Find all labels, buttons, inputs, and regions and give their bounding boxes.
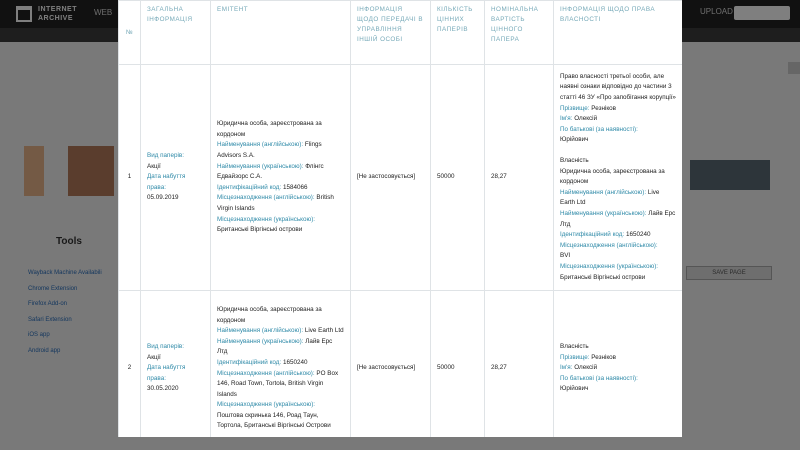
- header-nominal-value: НОМІНАЛЬНА ВАРТІСТЬ ЦІННОГО ПАПЕРА: [484, 0, 554, 65]
- table-row: 2 Вид паперів: Акції Дата набуття права:…: [118, 290, 682, 437]
- ownership-title: Власність: [560, 157, 589, 165]
- field-label: По батькові (за наявності):: [560, 125, 638, 133]
- count-cell: 50000: [430, 64, 485, 291]
- transfer-cell: [Не застосовується]: [350, 290, 431, 437]
- field-label: Ім'я:: [560, 115, 573, 123]
- field-label: Місцезнаходження (українською):: [217, 215, 316, 223]
- field-label: Найменування (англійською):: [560, 188, 647, 196]
- field-label: Ім'я:: [560, 364, 573, 372]
- header-general-info: ЗАГАЛЬНА ІНФОРМАЦІЯ: [140, 0, 211, 65]
- transfer-cell: [Не застосовується]: [350, 64, 431, 291]
- issuer-cell: Юридична особа, зареєстрована за кордоно…: [210, 290, 351, 437]
- nominal-cell: 28,27: [484, 64, 554, 291]
- field-label: Місцезнаходження (українською):: [560, 262, 659, 270]
- field-value: Акції: [147, 353, 161, 361]
- field-value: 1650240: [282, 358, 308, 366]
- row-number: 1: [118, 64, 141, 291]
- field-label: Прізвище:: [560, 104, 590, 112]
- field-label: Вид паперів:: [147, 152, 184, 160]
- header-securities-count: КІЛЬКІСТЬ ЦІННИХ ПАПЕРІВ: [430, 0, 485, 65]
- field-value: Олексій: [574, 115, 598, 123]
- general-info-cell: Вид паперів: Акції Дата набуття права: 3…: [140, 290, 211, 437]
- table-row: 1 Вид паперів: Акції Дата набуття права:…: [118, 64, 682, 291]
- nominal-cell: 28,27: [484, 290, 554, 437]
- field-value: Акції: [147, 162, 161, 170]
- field-value: 1650240: [625, 231, 651, 239]
- field-value: BVI: [560, 252, 571, 260]
- field-label: Ідентифікаційний код:: [217, 358, 282, 366]
- field-value: 30.05.2020: [147, 385, 179, 393]
- field-value: 1584066: [282, 183, 308, 191]
- field-label: Місцезнаходження (англійською):: [560, 241, 658, 249]
- field-value: Олексій: [574, 364, 598, 372]
- field-label: Дата набуття права:: [147, 173, 186, 191]
- field-value: Британські Віргінські острови: [560, 273, 646, 281]
- field-label: Ідентифікаційний код:: [560, 231, 625, 239]
- field-label: Найменування (українською):: [217, 337, 304, 345]
- field-value: Live Earth Ltd: [304, 327, 344, 335]
- securities-table: № ЗАГАЛЬНА ІНФОРМАЦІЯ ЕМІТЕНТ ІНФОРМАЦІЯ…: [118, 0, 682, 437]
- issuer-cell: Юридична особа, зареєстрована за кордоно…: [210, 64, 351, 291]
- ownership-kind: Юридична особа, зареєстрована за кордоно…: [560, 167, 665, 186]
- field-label: Найменування (українською):: [217, 162, 304, 170]
- general-info-cell: Вид паперів: Акції Дата набуття права: 0…: [140, 64, 211, 291]
- header-transfer-info: ІНФОРМАЦІЯ ЩОДО ПЕРЕДАЧІ В УПРАВЛІННЯ ІН…: [350, 0, 431, 65]
- field-label: Найменування (англійською):: [217, 327, 304, 335]
- securities-table-panel: № ЗАГАЛЬНА ІНФОРМАЦІЯ ЕМІТЕНТ ІНФОРМАЦІЯ…: [118, 0, 682, 437]
- field-value: Резніков: [591, 104, 617, 112]
- field-value: Британські Віргінські острови: [217, 226, 303, 234]
- field-label: Місцезнаходження (українською):: [217, 401, 316, 409]
- row-number: 2: [118, 290, 141, 437]
- ownership-cell: Право власності третьої особи, але наявн…: [553, 64, 682, 291]
- field-value: Юрійович: [560, 136, 589, 144]
- table-header-row: № ЗАГАЛЬНА ІНФОРМАЦІЯ ЕМІТЕНТ ІНФОРМАЦІЯ…: [118, 0, 682, 65]
- field-label: Дата набуття права:: [147, 364, 186, 382]
- ownership-title: Власність: [560, 343, 589, 351]
- third-party-note: Право власності третьої особи, але наявн…: [560, 72, 676, 102]
- field-label: Ідентифікаційний код:: [217, 183, 282, 191]
- field-label: Найменування (українською):: [560, 209, 647, 217]
- issuer-kind: Юридична особа, зареєстрована за кордоно…: [217, 120, 322, 138]
- issuer-kind: Юридична особа, зареєстрована за кордоно…: [217, 305, 322, 324]
- field-label: Вид паперів:: [147, 343, 184, 351]
- field-value: 05.09.2019: [147, 194, 179, 202]
- header-ownership-info: ІНФОРМАЦІЯ ЩОДО ПРАВА ВЛАСНОСТІ: [553, 0, 682, 65]
- field-label: Місцезнаходження (англійською):: [217, 194, 315, 202]
- field-value: Юрійович: [560, 385, 589, 393]
- field-value: Резніков: [591, 353, 617, 361]
- count-cell: 50000: [430, 290, 485, 437]
- field-label: Прізвище:: [560, 353, 590, 361]
- field-label: Місцезнаходження (англійською):: [217, 369, 315, 377]
- field-label: Найменування (англійською):: [217, 141, 304, 149]
- field-label: По батькові (за наявності):: [560, 374, 638, 382]
- ownership-cell: Власність Прізвище: Резніков Ім'я: Олекс…: [553, 290, 682, 437]
- header-number: №: [118, 0, 141, 65]
- field-value: Поштова скринька 146, Роад Таун, Тортола…: [217, 411, 331, 430]
- header-issuer: ЕМІТЕНТ: [210, 0, 351, 65]
